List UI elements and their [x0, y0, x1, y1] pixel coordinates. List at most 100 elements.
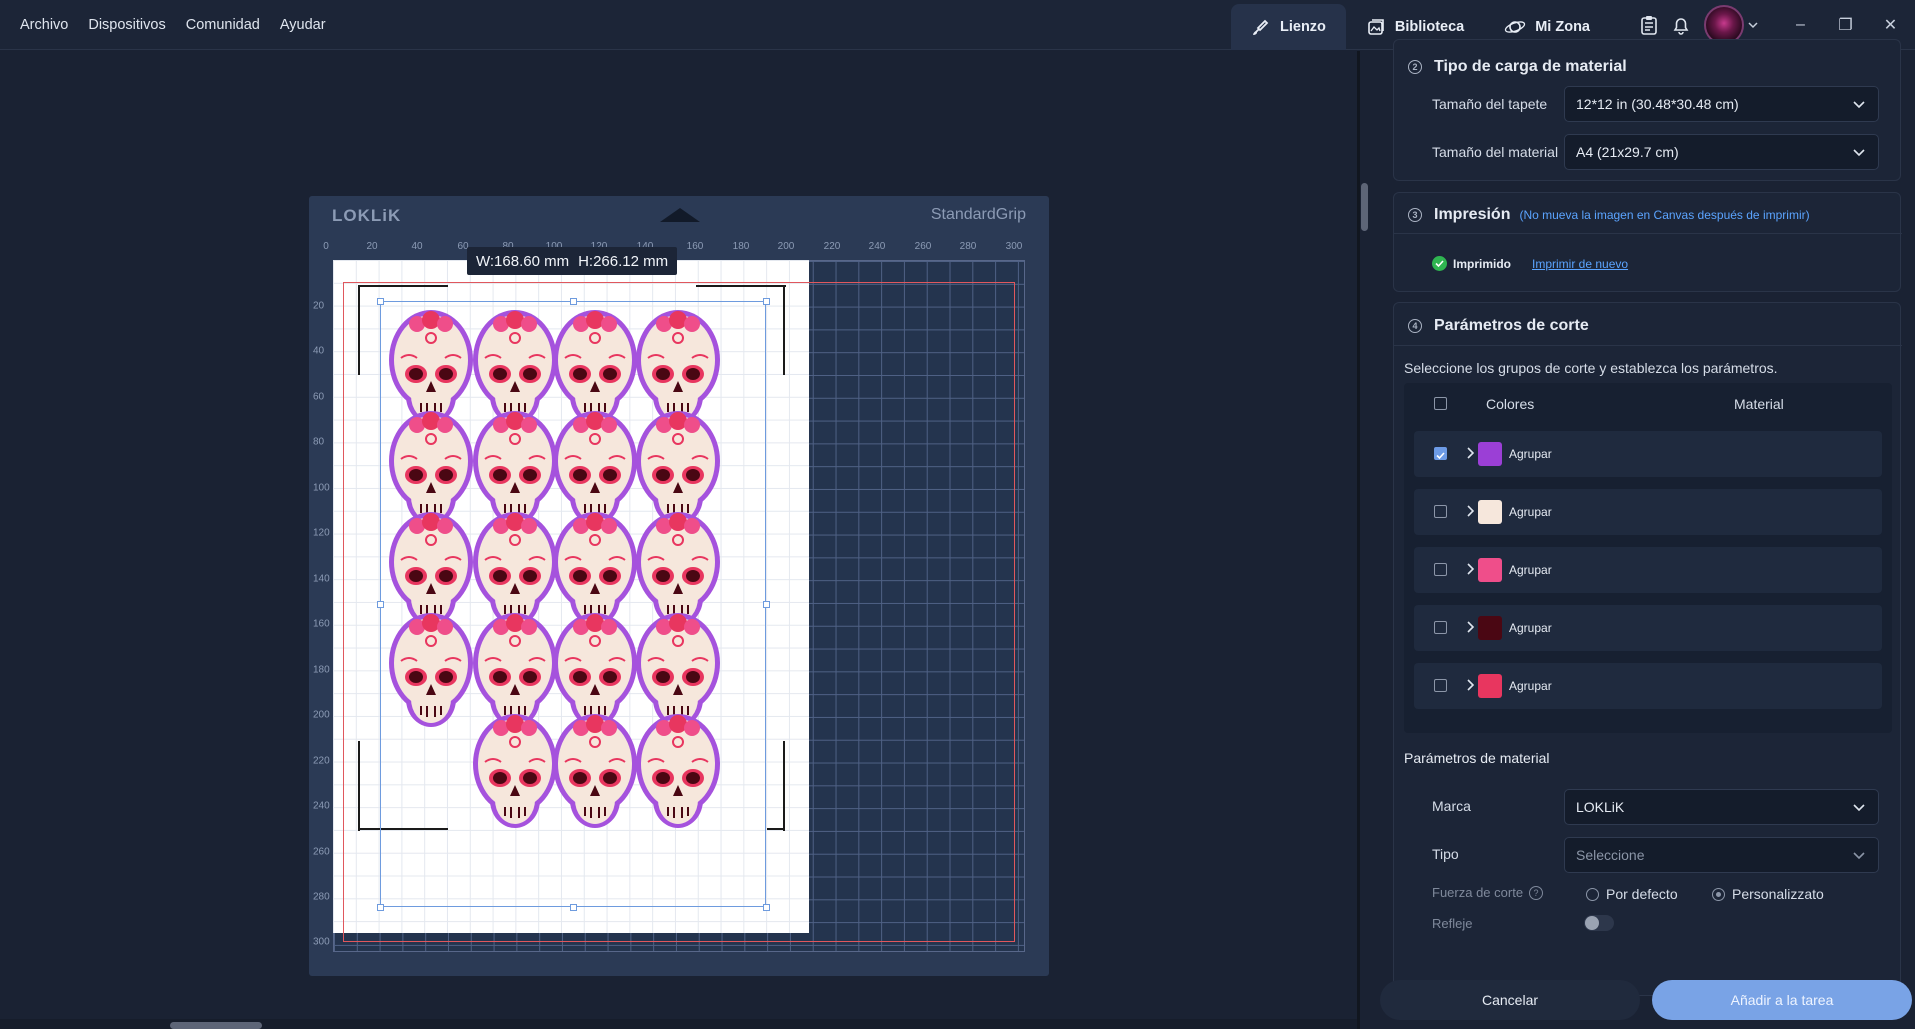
vertical-scrollbar-thumb[interactable] — [1361, 183, 1368, 231]
dimension-tooltip: W:168.60 mm H:266.12 mm — [467, 247, 678, 275]
force-custom-label: Personalizzato — [1732, 886, 1824, 902]
group-label: Agrupar — [1509, 621, 1552, 635]
radio-default[interactable] — [1586, 888, 1599, 901]
scrollbar-thumb[interactable] — [170, 1022, 262, 1029]
divider — [1394, 345, 1902, 346]
ruler-x-label: 200 — [777, 241, 795, 252]
type-label: Tipo — [1432, 846, 1459, 862]
group-row[interactable]: Agrupar — [1414, 605, 1882, 651]
help-icon[interactable]: ? — [1529, 885, 1544, 900]
group-checkbox[interactable] — [1434, 621, 1447, 634]
mat-size-select[interactable]: 12*12 in (30.48*30.48 cm) — [1564, 86, 1879, 122]
chevron-right-icon[interactable] — [1465, 620, 1475, 634]
resize-handle[interactable] — [377, 601, 384, 608]
material-load-card: 2 Tipo de carga de material Tamaño del t… — [1393, 39, 1901, 181]
mat-name: StandardGrip — [930, 206, 1026, 223]
tab-lienzo[interactable]: Lienzo — [1231, 4, 1346, 50]
resize-handle[interactable] — [377, 298, 384, 305]
cutting-mat: LOKLiK StandardGrip 0 20 40 60 80 100 12… — [309, 196, 1049, 976]
ruler-y-label: 80 — [313, 436, 325, 448]
step-3-icon: 3 — [1408, 208, 1422, 222]
mirror-toggle[interactable] — [1584, 915, 1614, 931]
force-default-option[interactable]: Por defecto — [1586, 886, 1678, 902]
cancel-button[interactable]: Cancelar — [1380, 980, 1640, 1020]
canvas-workspace[interactable]: LOKLiK StandardGrip 0 20 40 60 80 100 12… — [0, 51, 1360, 1029]
material-size-select[interactable]: A4 (21x29.7 cm) — [1564, 134, 1879, 170]
radio-custom[interactable] — [1712, 888, 1725, 901]
force-default-label: Por defecto — [1606, 886, 1678, 902]
ruler-y-label: 240 — [313, 800, 330, 812]
force-custom-option[interactable]: Personalizzato — [1712, 886, 1824, 902]
group-row[interactable]: Agrupar — [1414, 431, 1882, 477]
ruler-x-label: 220 — [823, 241, 841, 252]
resize-handle[interactable] — [377, 904, 384, 911]
ruler-x-label: 40 — [411, 241, 423, 252]
group-row[interactable]: Agrupar — [1414, 547, 1882, 593]
library-icon — [1368, 19, 1384, 35]
chevron-down-icon — [1853, 149, 1865, 157]
resize-handle[interactable] — [763, 904, 770, 911]
cut-params-title: Parámetros de corte — [1434, 317, 1589, 334]
chevron-down-icon[interactable] — [1748, 21, 1758, 29]
ruler-y-label: 180 — [313, 664, 330, 676]
menu-ayudar[interactable]: Ayudar — [280, 17, 326, 33]
maximize-icon[interactable]: ❐ — [1823, 15, 1868, 35]
menu-archivo[interactable]: Archivo — [20, 17, 68, 33]
mat-size-label: Tamaño del tapete — [1432, 96, 1548, 112]
group-checkbox[interactable] — [1434, 679, 1447, 692]
table-header: Colores Material — [1404, 383, 1892, 423]
ruler-y-label: 160 — [313, 618, 330, 630]
resize-handle[interactable] — [763, 298, 770, 305]
clipboard-icon[interactable] — [1640, 15, 1658, 35]
width-readout: W:168.60 mm — [476, 252, 570, 270]
chevron-right-icon[interactable] — [1465, 678, 1475, 692]
resize-handle[interactable] — [763, 601, 770, 608]
group-label: Agrupar — [1509, 679, 1552, 693]
chevron-right-icon[interactable] — [1465, 562, 1475, 576]
material-header: Material — [1734, 396, 1784, 412]
tab-biblioteca-label: Biblioteca — [1394, 19, 1465, 35]
group-checkbox[interactable] — [1434, 447, 1447, 460]
mat-brand-logo: LOKLiK — [332, 206, 402, 225]
step-2-icon: 2 — [1408, 60, 1422, 74]
ruler-left: 20 40 60 80 100 120 140 160 180 200 220 … — [309, 196, 333, 976]
selection-box[interactable] — [380, 301, 766, 907]
ruler-x-label: 280 — [959, 241, 977, 252]
minimize-icon[interactable]: – — [1778, 16, 1823, 34]
chevron-right-icon[interactable] — [1465, 446, 1475, 460]
ruler-top: 0 20 40 60 80 100 120 140 160 180 200 22… — [309, 241, 1049, 255]
reprint-link[interactable]: Imprimir de nuevo — [1532, 257, 1628, 271]
group-row[interactable]: Agrupar — [1414, 663, 1882, 709]
material-size-label: Tamaño del material — [1432, 144, 1559, 160]
chevron-right-icon[interactable] — [1465, 504, 1475, 518]
close-icon[interactable]: ✕ — [1868, 15, 1913, 35]
group-row[interactable]: Agrupar — [1414, 489, 1882, 535]
menu-dispositivos[interactable]: Dispositivos — [88, 17, 165, 33]
resize-handle[interactable] — [570, 298, 577, 305]
tab-lienzo-label: Lienzo — [1280, 19, 1326, 35]
resize-handle[interactable] — [570, 904, 577, 911]
add-to-task-button[interactable]: Añadir a la tarea — [1652, 980, 1912, 1020]
group-checkbox[interactable] — [1434, 563, 1447, 576]
menu-comunidad[interactable]: Comunidad — [186, 17, 260, 33]
bell-icon[interactable] — [1672, 15, 1690, 35]
ruler-x-label: 240 — [868, 241, 886, 252]
ruler-y-label: 120 — [313, 527, 330, 539]
brand-select[interactable]: LOKLiK — [1564, 789, 1879, 825]
registration-mark — [358, 741, 361, 831]
type-select[interactable]: Seleccione — [1564, 837, 1879, 873]
select-all-checkbox[interactable] — [1434, 397, 1447, 410]
registration-mark — [783, 741, 786, 831]
brand-label: Marca — [1432, 798, 1471, 814]
ruler-x-label: 180 — [732, 241, 750, 252]
horizontal-scrollbar[interactable] — [0, 1019, 1360, 1029]
ruler-y-label: 220 — [313, 755, 330, 767]
cut-force-row: Fuerza de corte ? — [1432, 885, 1544, 900]
chevron-down-icon — [1853, 101, 1865, 109]
color-swatch — [1478, 616, 1502, 640]
section-title: 2 Tipo de carga de material — [1408, 58, 1627, 76]
group-label: Agrupar — [1509, 563, 1552, 577]
ruler-x-label: 260 — [914, 241, 932, 252]
group-label: Agrupar — [1509, 505, 1552, 519]
group-checkbox[interactable] — [1434, 505, 1447, 518]
